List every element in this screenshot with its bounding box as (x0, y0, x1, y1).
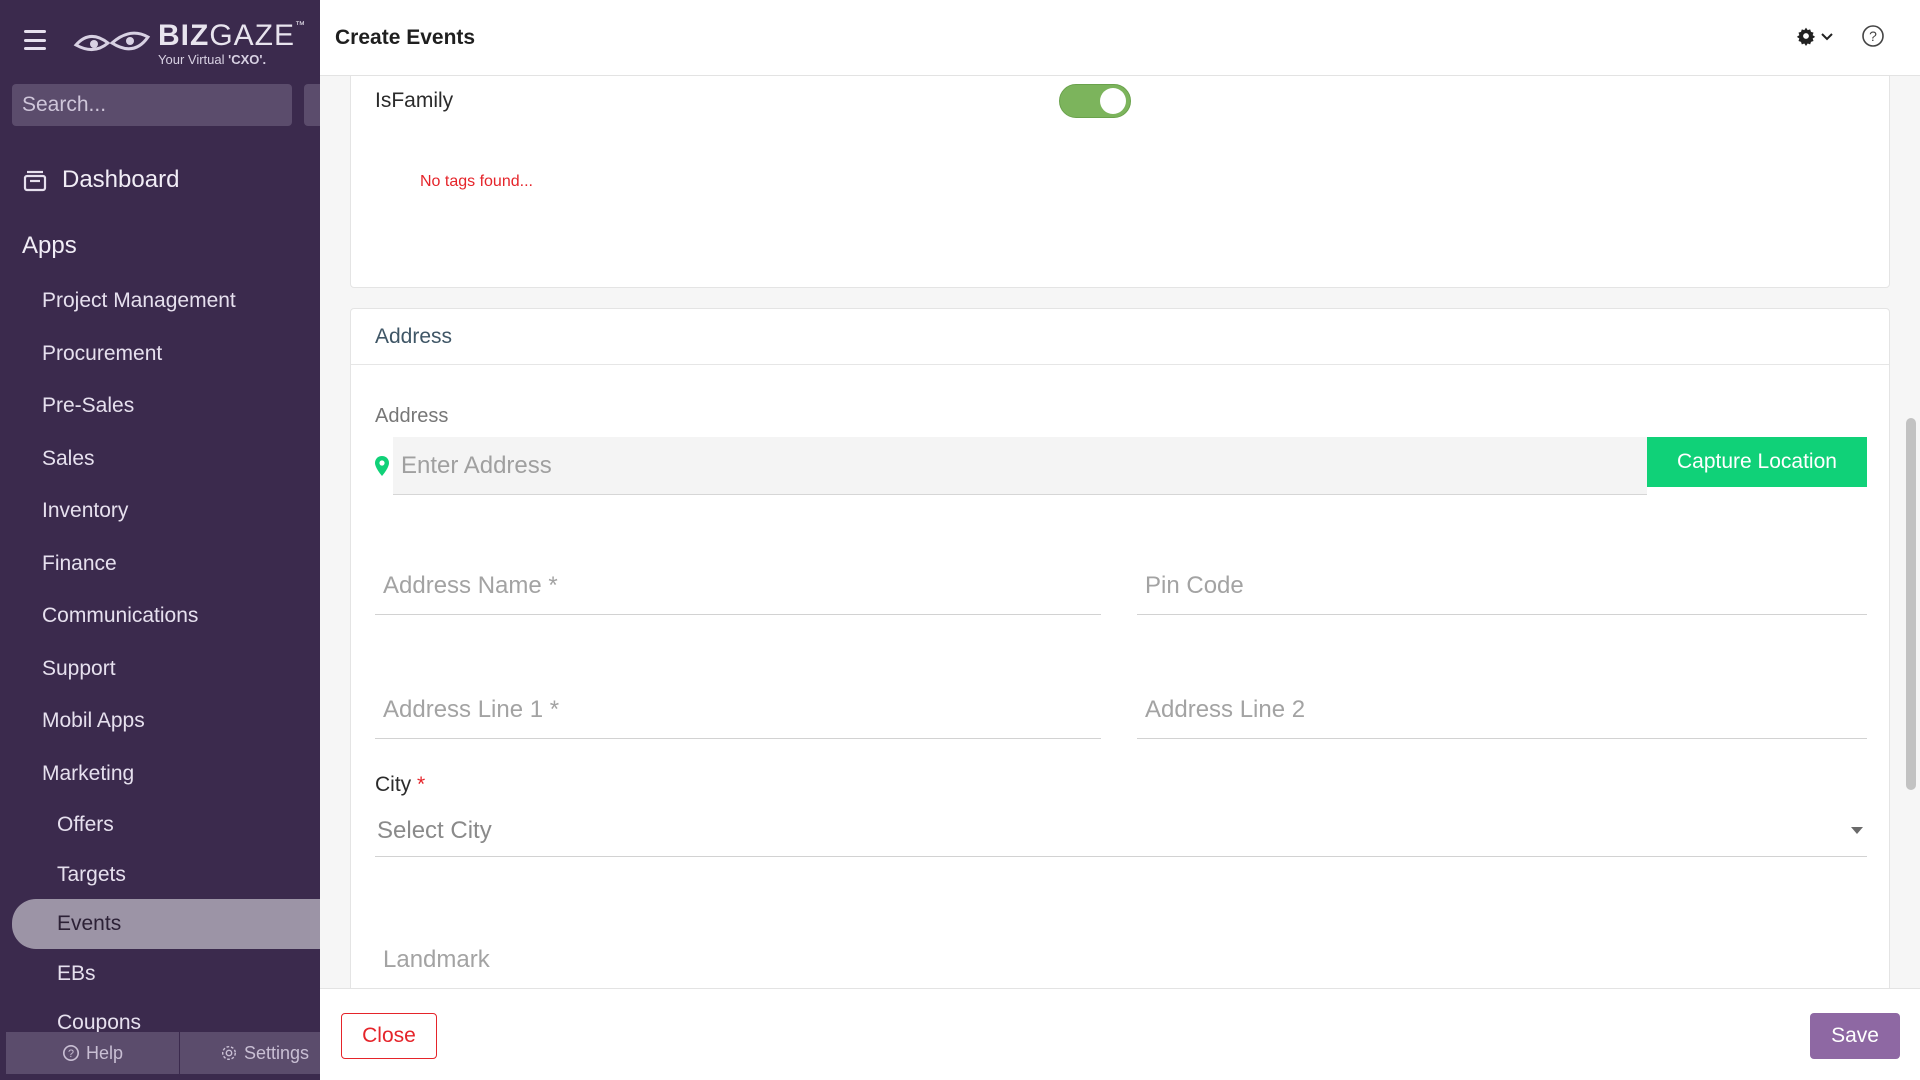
event-options-card: IsFamily No tags found... (350, 76, 1890, 288)
address-section-title: Address (351, 309, 1889, 365)
sidebar-item-pre-sales[interactable]: Pre-Sales (0, 380, 320, 433)
form-content: IsFamily No tags found... Address Addres… (320, 76, 1920, 988)
close-button[interactable]: Close (341, 1013, 437, 1059)
page-title: Create Events (335, 26, 476, 49)
sidebar-item-inventory[interactable]: Inventory (0, 485, 320, 538)
landmark-input[interactable] (375, 931, 1101, 988)
address-search-input[interactable] (393, 437, 1647, 495)
no-tags-message: No tags found... (420, 173, 533, 190)
form-footer: Close Save (320, 988, 1920, 1080)
address-line2-input[interactable] (1137, 681, 1867, 739)
help-label: Help (85, 1042, 124, 1063)
sidebar-item-project-management[interactable]: Project Management (0, 275, 320, 328)
capture-location-button[interactable]: Capture Location (1647, 437, 1867, 487)
sidebar-subitem-targets[interactable]: Targets (0, 850, 320, 900)
logo-tagline-bold: 'CXO'. (228, 51, 267, 67)
settings-label: Settings (244, 1042, 310, 1063)
sidebar: BIZGAZE™ Your Virtual 'CXO'. Dashboard A… (0, 0, 320, 1080)
content-scrollbar[interactable] (1906, 418, 1916, 790)
address-search-row: Capture Location (375, 437, 1867, 495)
sidebar-item-mobil-apps[interactable]: Mobil Apps (0, 695, 320, 748)
isfamily-toggle[interactable] (1059, 84, 1131, 118)
logo-text: GAZE (209, 18, 296, 52)
hamburger-menu-icon[interactable] (24, 30, 46, 50)
svg-text:?: ? (68, 1048, 74, 1060)
address-name-input[interactable] (375, 557, 1101, 615)
svg-text:?: ? (1869, 28, 1877, 44)
search-toggle-stub[interactable] (304, 84, 320, 126)
question-circle-icon: ? (62, 1044, 79, 1062)
sidebar-item-finance[interactable]: Finance (0, 538, 320, 591)
gear-icon (1796, 27, 1816, 46)
sidebar-item-communications[interactable]: Communications (0, 590, 320, 643)
page-header: Create Events ? (320, 0, 1920, 76)
settings-button[interactable]: Settings (180, 1032, 320, 1074)
search-input[interactable] (22, 93, 293, 117)
isfamily-label: IsFamily (375, 89, 454, 112)
sidebar-item-sales[interactable]: Sales (0, 433, 320, 486)
toggle-knob (1100, 88, 1126, 114)
apps-heading: Apps (22, 232, 77, 259)
caret-down-icon (1851, 827, 1863, 834)
city-select-value: Select City (377, 817, 492, 844)
owl-eyes-icon (73, 31, 151, 51)
settings-gear-icon (221, 1045, 237, 1061)
address-card: Address Address Capture Location City * … (350, 308, 1890, 988)
city-select[interactable]: Select City (375, 801, 1867, 857)
sidebar-footer: ? Help Settings (6, 1032, 320, 1074)
logo-text-bold: BIZ (158, 18, 210, 52)
address-label: Address (375, 405, 449, 427)
sidebar-search (12, 84, 293, 126)
logo-tagline: Your Virtual (158, 51, 229, 67)
sidebar-item-marketing[interactable]: Marketing (0, 748, 320, 801)
city-label-text: City (375, 773, 412, 796)
sidebar-item-label: Dashboard (62, 166, 180, 193)
map-pin-icon (375, 437, 393, 495)
pin-code-input[interactable] (1137, 557, 1867, 615)
sidebar-subitem-ebs[interactable]: EBs (0, 949, 320, 999)
sidebar-subitem-offers[interactable]: Offers (0, 800, 320, 850)
dashboard-icon (23, 170, 47, 192)
required-asterisk: * (417, 773, 426, 796)
help-button[interactable]: ? Help (6, 1032, 180, 1074)
help-icon[interactable]: ? (1861, 24, 1885, 48)
sidebar-item-procurement[interactable]: Procurement (0, 328, 320, 381)
save-button[interactable]: Save (1810, 1013, 1900, 1059)
address-line1-input[interactable] (375, 681, 1101, 739)
sidebar-item-dashboard[interactable]: Dashboard (22, 166, 179, 194)
sidebar-item-support[interactable]: Support (0, 643, 320, 696)
sidebar-subitem-events[interactable]: Events (12, 899, 320, 949)
logo-trademark: ™ (295, 19, 307, 31)
apps-nav-list: Project Management Procurement Pre-Sales… (0, 275, 320, 1048)
chevron-down-icon (1821, 33, 1833, 41)
app-logo[interactable]: BIZGAZE™ Your Virtual 'CXO'. (72, 18, 306, 68)
city-label: City * (375, 773, 425, 797)
settings-dropdown[interactable] (1796, 26, 1834, 46)
